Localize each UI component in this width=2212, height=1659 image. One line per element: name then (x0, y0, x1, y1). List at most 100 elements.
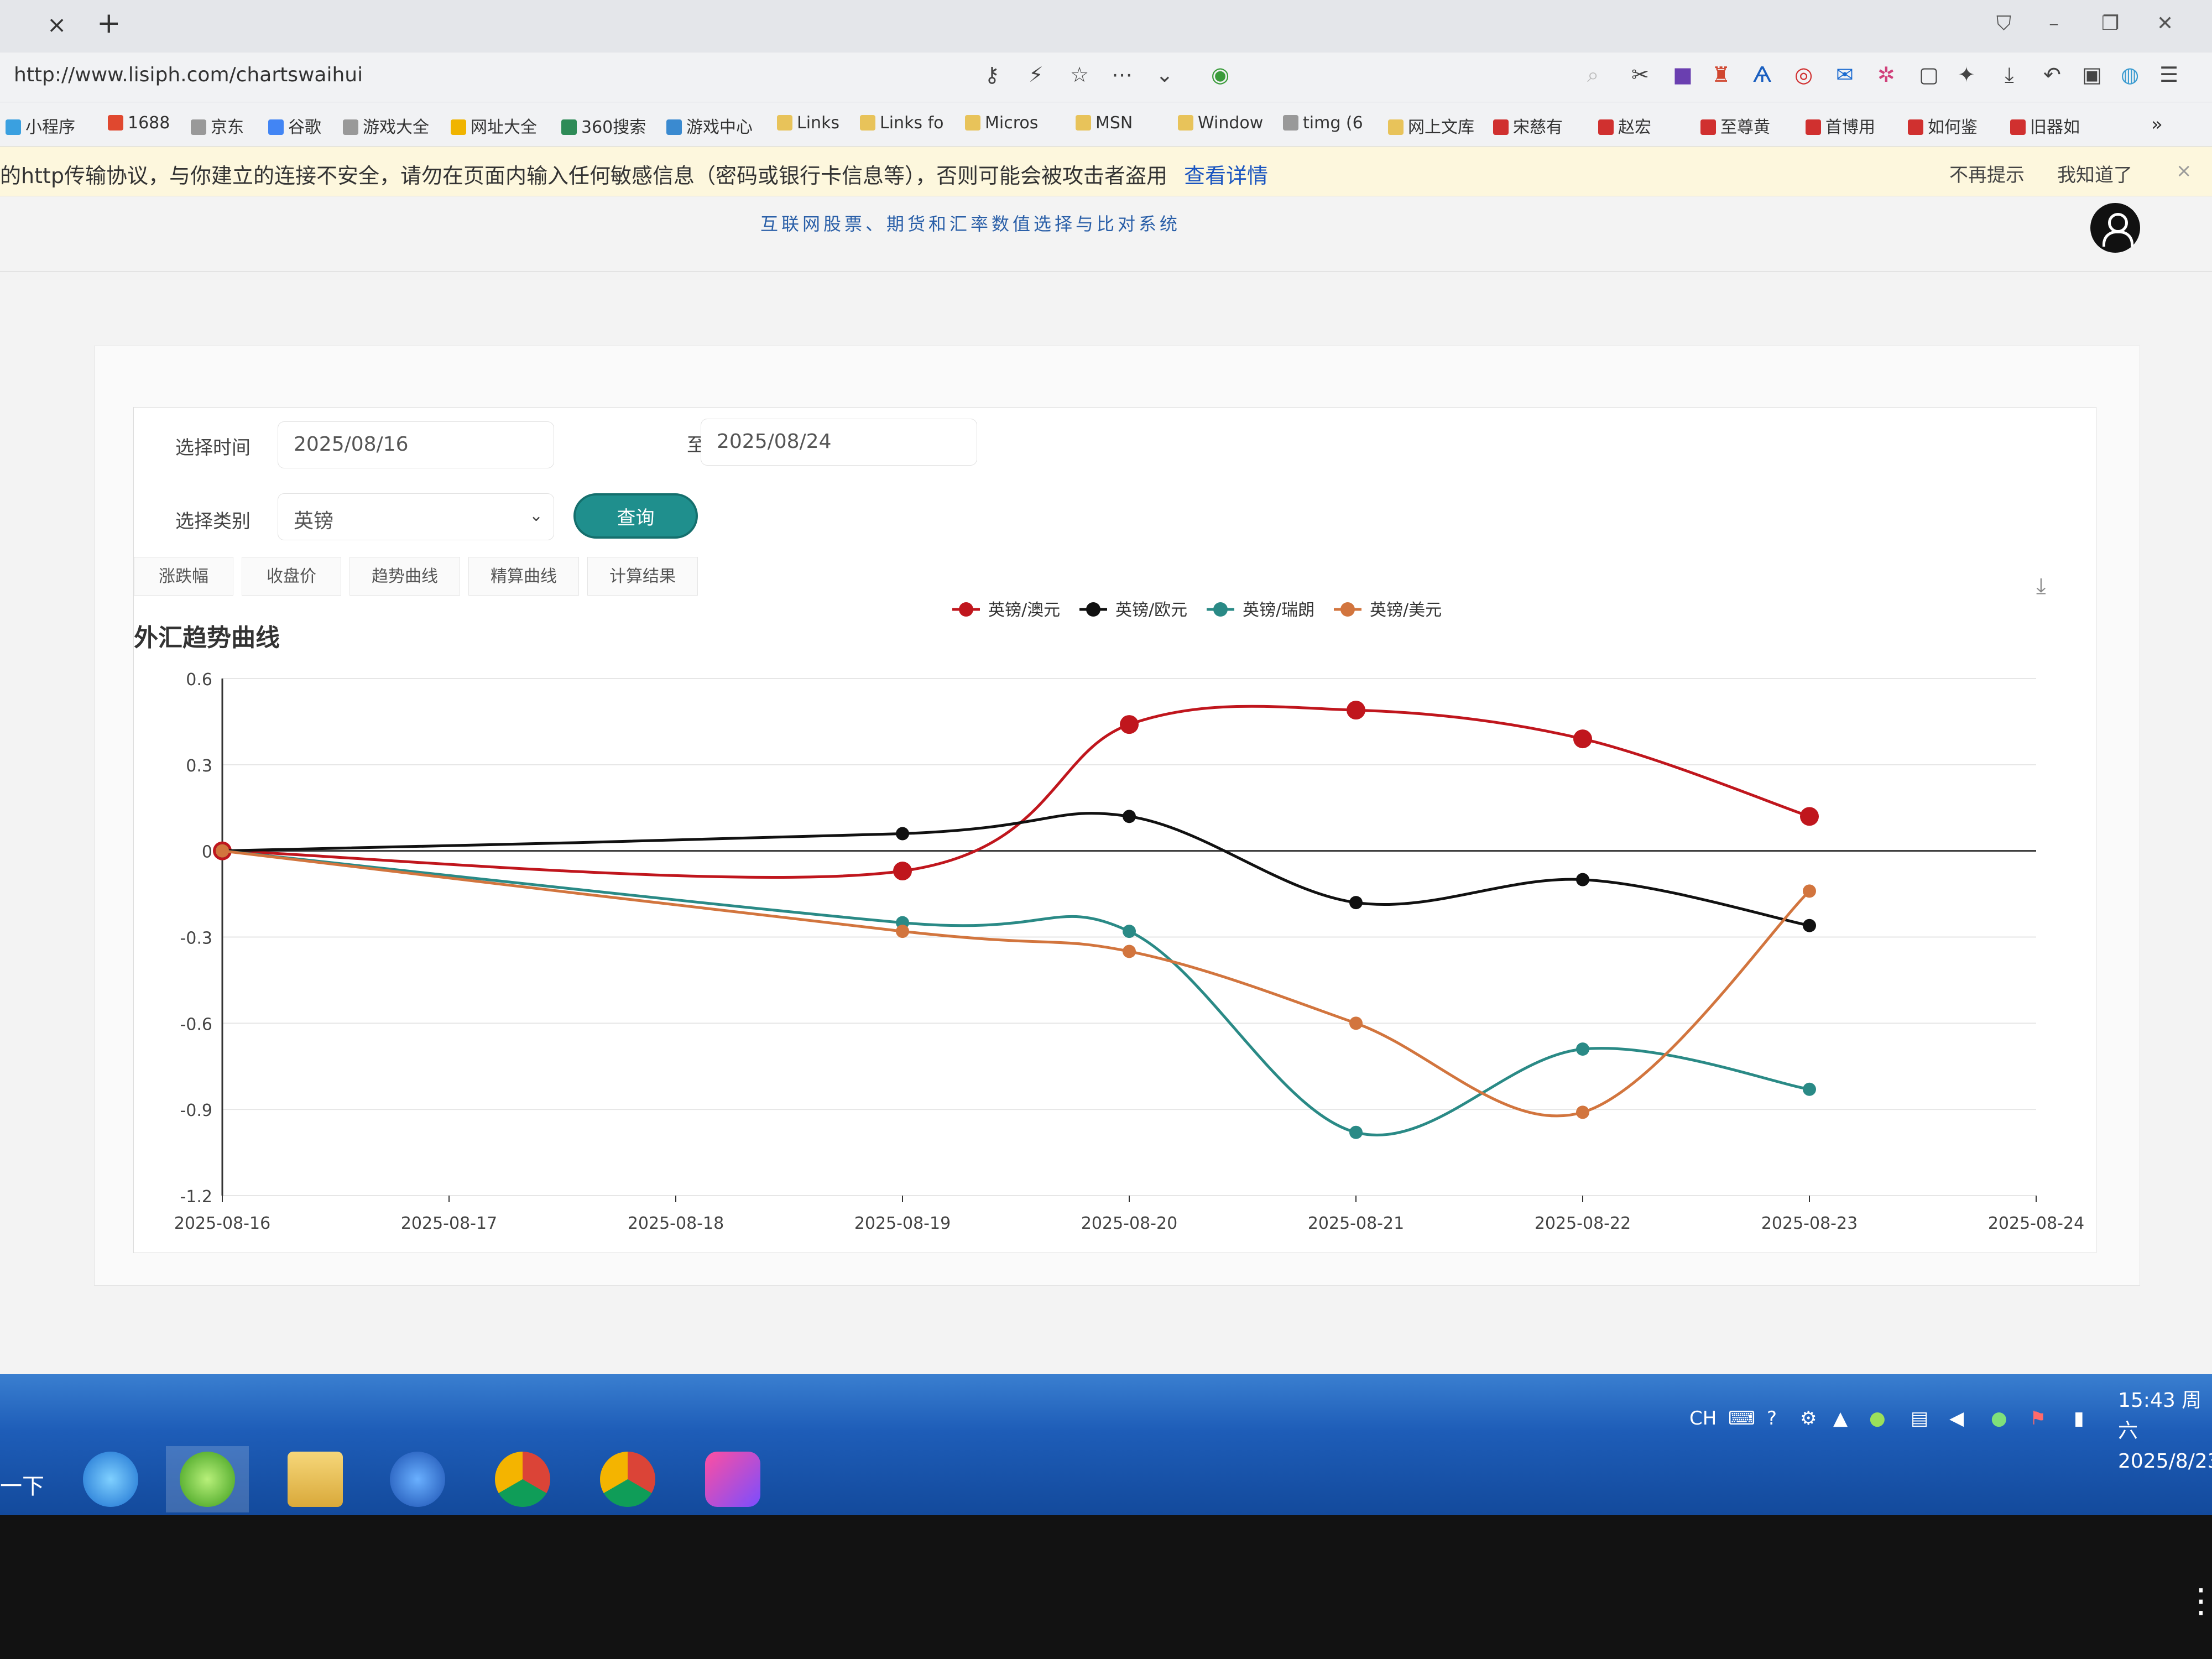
extension-icon[interactable]: ■ (1673, 62, 1693, 87)
bookmark-item[interactable]: timg (6 (1283, 113, 1363, 133)
x-tick-label: 2025-08-20 (1081, 1214, 1177, 1233)
start-date-input[interactable]: 2025/08/16 (278, 421, 554, 468)
bookmark-folder[interactable]: MSN (1076, 113, 1133, 133)
translate-icon[interactable]: Ѧ (1753, 62, 1771, 87)
user-avatar-icon[interactable] (2090, 203, 2140, 253)
bookmark-folder[interactable]: Micros (965, 113, 1038, 133)
puzzle-icon[interactable]: ✦ (1958, 62, 1975, 87)
chevron-down-icon[interactable]: ⌄ (1156, 62, 1173, 87)
bookmark-item[interactable]: 游戏大全 (343, 113, 429, 138)
x-tick-label: 2025-08-18 (628, 1214, 724, 1233)
file-explorer-icon[interactable] (274, 1446, 357, 1512)
action-center-flag-icon[interactable]: ⚑ (2030, 1407, 2046, 1430)
ie-icon[interactable] (69, 1446, 152, 1512)
star-icon[interactable]: ☆ (1070, 62, 1089, 87)
menu-icon[interactable]: ☰ (2159, 62, 2178, 87)
bookmarks-overflow-icon[interactable]: » (2151, 113, 2163, 135)
bookmark-folder[interactable]: Links (777, 113, 839, 133)
screenshot-icon[interactable]: ▢ (1919, 62, 1939, 87)
bookmark-item[interactable]: 游戏中心 (666, 113, 753, 138)
bookmark-item[interactable]: 360搜索 (561, 113, 646, 138)
close-warning-icon[interactable]: × (2176, 160, 2192, 182)
bookmark-folder[interactable]: 网上文库 (1388, 113, 1474, 138)
download-manager-icon[interactable]: ⤓ (2005, 62, 2014, 87)
ai-app-icon[interactable] (691, 1446, 774, 1512)
bookmark-item[interactable]: 至尊黄 (1700, 113, 1770, 138)
search-icon[interactable]: ⌕ (1587, 62, 1599, 87)
series-line (222, 812, 1810, 927)
settings-icon[interactable]: ⚙ (1800, 1407, 1817, 1430)
flash-icon[interactable] (376, 1446, 459, 1512)
data-point (1803, 919, 1816, 932)
restore-icon[interactable]: ❐ (2101, 12, 2119, 35)
bookmark-item[interactable]: 宋慈有 (1493, 113, 1563, 138)
browser-logo-icon[interactable]: ◍ (2121, 62, 2139, 87)
screen-bezel (0, 1515, 2212, 1659)
lightning-icon[interactable]: ⚡ (1029, 62, 1044, 87)
bookmark-item[interactable]: 1688 (108, 113, 170, 133)
app-tray-icon[interactable]: ● (1991, 1407, 2007, 1430)
search-engine-icon[interactable]: ◉ (1211, 62, 1229, 87)
close-tab-icon[interactable]: × (47, 11, 66, 38)
briefcase-icon[interactable]: ▣ (2082, 62, 2102, 87)
new-tab-icon[interactable]: + (97, 7, 121, 40)
url-field[interactable]: http://www.lisiph.com/chartswaihui (14, 64, 363, 86)
end-date-input[interactable]: 2025/08/24 (701, 419, 977, 466)
x-tick-label: 2025-08-23 (1761, 1214, 1858, 1233)
bookmark-item[interactable]: 谷歌 (268, 113, 321, 138)
help-icon[interactable]: ? (1767, 1407, 1777, 1430)
dont-show-again-button[interactable]: 不再提示 (1949, 160, 2025, 187)
y-tick-label: -0.6 (180, 1015, 212, 1034)
key-icon[interactable]: ⚷ (984, 62, 1000, 87)
mail-icon[interactable]: ✉ (1836, 62, 1854, 87)
plugin-icon[interactable]: ✲ (1877, 62, 1895, 87)
legend-label: 英镑/瑞朗 (1243, 601, 1314, 620)
bookmark-item[interactable]: 网址大全 (451, 113, 537, 138)
legend-marker (1340, 602, 1355, 617)
minimize-icon[interactable]: – (2049, 12, 2059, 35)
volume-icon[interactable]: ◀ (1949, 1407, 1964, 1430)
folder-icon (860, 115, 875, 131)
bookmark-item[interactable]: 首博用 (1806, 113, 1875, 138)
legend-label: 英镑/美元 (1370, 601, 1442, 620)
bookmark-folder[interactable]: Links fo (860, 113, 944, 133)
bookmark-item[interactable]: 赵宏 (1598, 113, 1651, 138)
keyboard-icon[interactable]: ⌨ (1728, 1407, 1755, 1430)
more-options-icon[interactable]: ⋮ (2184, 1582, 2212, 1620)
browser-e-icon[interactable] (166, 1446, 249, 1512)
bookmark-item[interactable]: 旧器如 (2010, 113, 2080, 138)
got-it-button[interactable]: 我知道了 (2057, 160, 2132, 187)
scissors-icon[interactable]: ✂ (1631, 62, 1649, 87)
network-signal-icon[interactable]: ▮ (2074, 1407, 2084, 1430)
bookmark-item[interactable]: 小程序 (6, 113, 75, 138)
more-icon[interactable]: ⋯ (1112, 62, 1133, 87)
bookmark-folder[interactable]: Window (1178, 113, 1263, 133)
undo-icon[interactable]: ↶ (2043, 62, 2061, 87)
game-icon[interactable]: ♜ (1712, 62, 1730, 87)
data-point (1123, 945, 1136, 958)
header-divider (0, 271, 2212, 272)
ime-language[interactable]: CH (1689, 1407, 1717, 1430)
clipboard-icon[interactable]: ▤ (1911, 1407, 1928, 1430)
chrome-icon[interactable] (586, 1446, 669, 1512)
warning-message: 的http传输协议，与你建立的连接不安全，请勿在页面内输入任何敏感信息（密码或银… (0, 164, 1168, 188)
chrome-icon[interactable] (481, 1446, 564, 1512)
bookmark-item[interactable]: 如何鉴 (1908, 113, 1978, 138)
data-point (1803, 1082, 1816, 1096)
eye-icon[interactable]: ◎ (1794, 62, 1813, 87)
x-tick-label: 2025-08-16 (174, 1214, 270, 1233)
window-close-icon[interactable]: ✕ (2157, 12, 2173, 35)
data-point (1803, 884, 1816, 898)
show-hidden-icons-icon[interactable]: ▲ (1833, 1407, 1848, 1430)
view-details-link[interactable]: 查看详情 (1184, 164, 1268, 188)
system-clock[interactable]: 15:43 周六 2025/8/23 (2118, 1385, 2212, 1477)
bookmark-item[interactable]: 京东 (191, 113, 244, 138)
start-button[interactable]: 一下 (0, 1468, 44, 1500)
shirt-skin-icon[interactable]: ⛉ (1996, 12, 2011, 35)
weibo-icon (1806, 119, 1821, 135)
category-select[interactable]: 英镑 (278, 493, 554, 540)
y-tick-label: 0 (202, 843, 212, 862)
security-icon[interactable]: ● (1869, 1407, 1886, 1430)
query-button[interactable]: 查询 (573, 493, 698, 539)
page-content: 互联网股票、期货和汇率数值选择与比对系统 选择时间 2025/08/16 至 2… (0, 196, 2212, 1374)
